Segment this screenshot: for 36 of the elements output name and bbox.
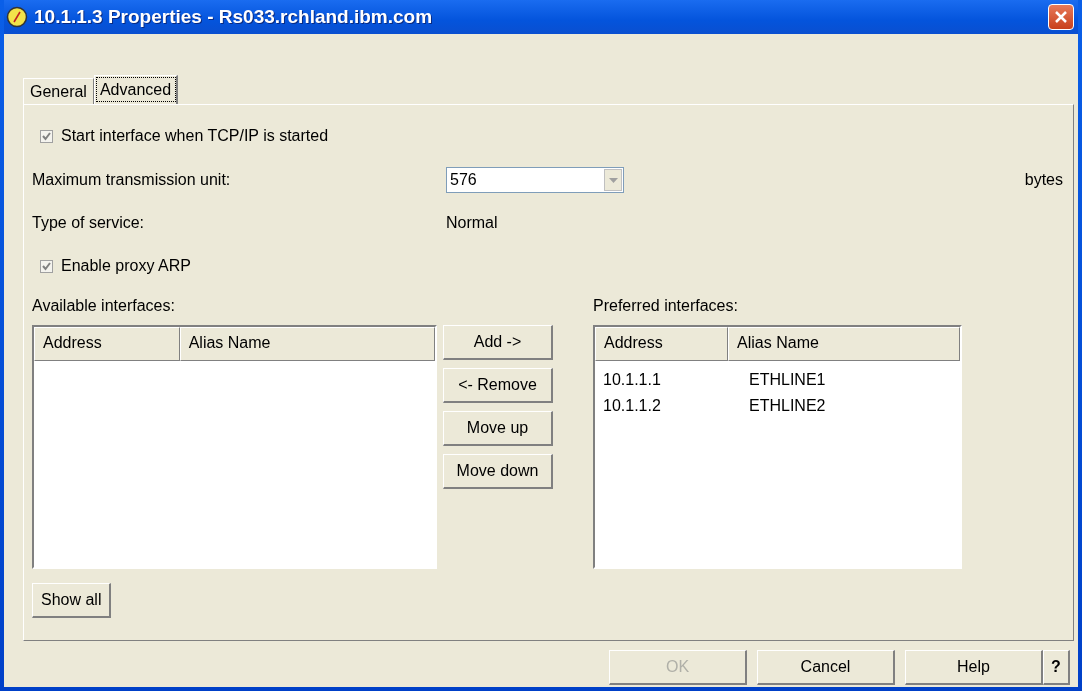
- column-header[interactable]: Address: [595, 327, 729, 361]
- dropdown-field[interactable]: 576: [446, 167, 624, 193]
- table-cell-text: 10.1.1.1: [602, 371, 662, 389]
- tab[interactable]: Advanced: [93, 75, 179, 104]
- column-header[interactable]: Alias Name: [179, 327, 435, 361]
- field-label: Type of service:: [32, 214, 146, 232]
- field-label: Maximum transmission unit:: [32, 171, 232, 189]
- list-label: Preferred interfaces:: [593, 297, 739, 315]
- field-value: Normal: [446, 214, 498, 232]
- dialog-button[interactable]: Cancel: [757, 650, 895, 685]
- list-button[interactable]: Add ->: [443, 325, 553, 360]
- checkbox-label: Enable proxy ARP: [61, 257, 191, 275]
- column-header[interactable]: Alias Name: [728, 327, 960, 361]
- list-button[interactable]: Move up: [443, 411, 553, 446]
- list-button[interactable]: Move down: [443, 454, 553, 489]
- table-cell-text: ETHLINE1: [748, 371, 826, 389]
- column-header[interactable]: Address: [34, 327, 180, 361]
- dialog-button[interactable]: ?: [1043, 650, 1070, 685]
- available-list[interactable]: Address Alias Name: [32, 325, 437, 569]
- checkbox-label: Start interface when TCP/IP is started: [61, 127, 329, 145]
- checkbox[interactable]: [40, 129, 53, 143]
- table-cell-text: ETHLINE2: [748, 397, 826, 415]
- show-all-button[interactable]: Show all: [32, 583, 112, 618]
- caret-icon: [608, 177, 618, 183]
- close-button[interactable]: [1048, 4, 1074, 30]
- preferred-list[interactable]: Address Alias Name 10.1.1.1 ETHLINE1 10.1.1.2 ETHLINE2: [593, 325, 962, 569]
- window-title: 10.1.1.3 Properties - Rs033.rchland.ibm.com: [34, 6, 434, 28]
- gauge-icon: [6, 6, 28, 28]
- tab[interactable]: General: [23, 78, 94, 104]
- checkbox[interactable]: [40, 259, 53, 273]
- unit-label: bytes: [1024, 171, 1063, 189]
- table-cell-text: 10.1.1.2: [602, 397, 662, 415]
- list-label: Available interfaces:: [32, 297, 176, 315]
- close-icon: [1054, 10, 1068, 24]
- list-button[interactable]: <- Remove: [443, 368, 553, 403]
- dialog-button[interactable]: Help: [905, 650, 1043, 685]
